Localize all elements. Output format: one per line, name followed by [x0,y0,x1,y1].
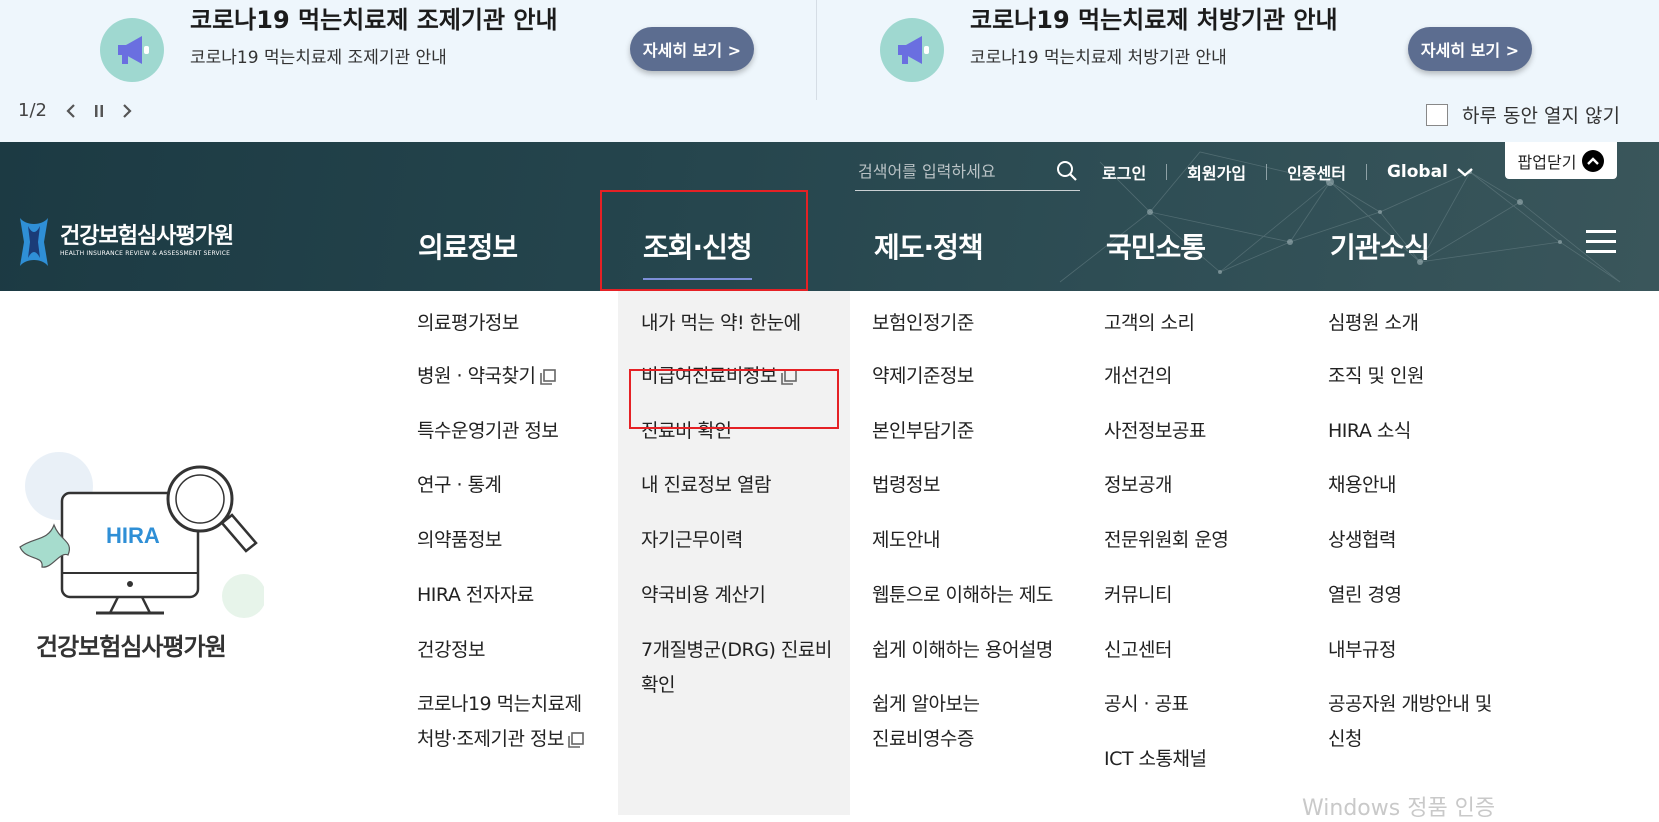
nav-public-communication[interactable]: 국민소통 [1106,226,1206,266]
menu-item[interactable]: 공공자원 개방안내 및 [1328,686,1492,722]
dont-show-today[interactable]: 하루 동안 열지 않기 [1426,101,1620,128]
divider [1266,164,1268,180]
popup-subtitle: 코로나19 먹는치료제 처방기관 안내 [970,48,1227,68]
menu-item[interactable]: 채용안내 [1328,467,1396,503]
menu-item[interactable]: 자기근무이력 [641,522,743,558]
chevron-down-icon [1457,168,1473,177]
pause-icon[interactable] [89,101,109,121]
prev-icon[interactable] [61,101,81,121]
menu-item[interactable]: 개선건의 [1104,358,1172,394]
menu-item[interactable]: 사전정보공표 [1104,413,1206,449]
megaphone-icon [100,18,164,82]
menu-item[interactable]: 건강정보 [417,632,485,668]
nav-agency-news[interactable]: 기관소식 [1330,226,1430,266]
menu-item-label: 병원 · 약국찾기 [417,365,536,387]
menu-item[interactable]: 내가 먹는 약! 한눈에 [641,305,801,341]
menu-item[interactable]: 의약품정보 [417,522,502,558]
menu-item[interactable]: HIRA 소식 [1328,413,1411,449]
page-indicator: 1/2 [18,100,47,121]
menu-item[interactable]: 처방·조제기관 정보 [417,721,585,757]
divider [1365,164,1367,180]
menu-item[interactable]: 보험인정기준 [872,305,974,341]
nav-medical-info[interactable]: 의료정보 [418,226,518,266]
highlight-box-menu-item [629,369,839,429]
popup-pager: 1/2 [18,100,145,121]
cert-center-link[interactable]: 인증센터 [1287,160,1346,184]
search-icon[interactable] [1056,160,1078,186]
menu-item[interactable]: 병원 · 약국찾기 [417,358,557,394]
search-input[interactable] [855,153,1045,189]
menu-item[interactable]: 쉽게 알아보는 [872,686,980,722]
menu-item[interactable]: 커뮤니티 [1104,577,1172,613]
menu-item[interactable]: 열린 경영 [1328,577,1402,613]
popup-card-dispensing: 코로나19 먹는치료제 조제기관 안내 코로나19 먹는치료제 조제기관 안내 … [100,0,770,100]
menu-item[interactable]: 정보공개 [1104,467,1172,503]
menu-item[interactable]: 내부규정 [1328,632,1396,668]
dont-show-checkbox[interactable] [1426,103,1448,126]
divider [1166,164,1168,180]
popup-title: 코로나19 먹는치료제 처방기관 안내 [970,6,1338,34]
popup-card-prescribing: 코로나19 먹는치료제 처방기관 안내 코로나19 먹는치료제 처방기관 안내 … [880,0,1560,100]
new-window-icon [539,368,556,385]
login-link[interactable]: 로그인 [1102,160,1146,184]
global-label: Global [1386,162,1448,182]
hamburger-menu-icon[interactable] [1586,230,1616,256]
signup-link[interactable]: 회원가입 [1187,160,1246,184]
menu-item[interactable]: 상생협력 [1328,522,1396,558]
nav-system-policy[interactable]: 제도·정책 [874,226,984,266]
new-window-icon [568,731,584,748]
menu-item[interactable]: 웹툰으로 이해하는 제도 [872,577,1053,613]
popup-close-button[interactable]: 팝업닫기 [1505,142,1617,179]
menu-item[interactable]: 7개질병군(DRG) 진료비 [641,632,832,668]
menu-item[interactable]: 진료비영수증 [872,721,974,757]
utility-links: 로그인 회원가입 인증센터 Global [1102,160,1474,184]
menu-item[interactable]: 확인 [641,667,675,703]
menu-item[interactable]: 신고센터 [1104,632,1172,668]
global-nav: 의료정보 조회·신청 제도·정책 국민소통 기관소식 [0,226,1659,286]
menu-item[interactable]: 쉽게 이해하는 용어설명 [872,632,1053,668]
menu-item[interactable]: 신청 [1328,721,1362,757]
menu-item[interactable]: 약국비용 계산기 [641,577,766,613]
menu-item[interactable]: 특수운영기관 정보 [417,413,559,449]
megaphone-icon [880,18,944,82]
dont-show-label: 하루 동안 열지 않기 [1462,105,1620,127]
detail-button[interactable]: 자세히 보기 > [630,27,754,71]
popup-title: 코로나19 먹는치료제 조제기관 안내 [190,6,558,34]
menu-item[interactable]: 조직 및 인원 [1328,358,1424,394]
menu-item[interactable]: 약제기준정보 [872,358,974,394]
popup-subtitle: 코로나19 먹는치료제 조제기관 안내 [190,48,447,68]
menu-item[interactable]: 고객의 소리 [1104,305,1195,341]
menu-item[interactable]: 코로나19 먹는치료제 [417,686,582,722]
menu-item[interactable]: HIRA 전자자료 [417,577,534,613]
detail-button[interactable]: 자세히 보기 > [1408,27,1532,71]
popup-banner: 코로나19 먹는치료제 조제기관 안내 코로나19 먹는치료제 조제기관 안내 … [0,0,1659,142]
next-icon[interactable] [117,101,137,121]
search-box [855,153,1080,191]
menu-item[interactable]: 심평원 소개 [1328,305,1419,341]
chevron-up-icon [1582,149,1605,172]
menu-item[interactable]: 전문위원회 운영 [1104,522,1229,558]
menu-item[interactable]: ICT 소통채널 [1104,741,1207,777]
menu-item[interactable]: 연구 · 통계 [417,467,502,503]
menu-item[interactable]: 의료평가정보 [417,305,519,341]
popup-close-label: 팝업닫기 [1517,152,1577,172]
menu-item[interactable]: 제도안내 [872,522,940,558]
windows-activation-watermark: Windows 정품 인증 [1302,796,1496,821]
utility-bar: 로그인 회원가입 인증센터 Global [855,152,1474,192]
menu-item[interactable]: 본인부담기준 [872,413,974,449]
popup-divider [816,0,817,100]
site-header: 로그인 회원가입 인증센터 Global 팝업닫기 건강보험심사평가원 HEAL… [0,142,1659,291]
menu-item[interactable]: 내 진료정보 열람 [641,467,771,503]
global-menu[interactable]: Global [1387,162,1474,182]
highlight-box-nav [600,190,808,291]
menu-item[interactable]: 공시 · 공표 [1104,686,1189,722]
menu-item-label: 처방·조제기관 정보 [417,728,564,750]
svg-text:HIRA: HIRA [106,523,160,548]
menu-item[interactable]: 법령정보 [872,467,940,503]
org-name: 건강보험심사평가원 [36,633,227,661]
